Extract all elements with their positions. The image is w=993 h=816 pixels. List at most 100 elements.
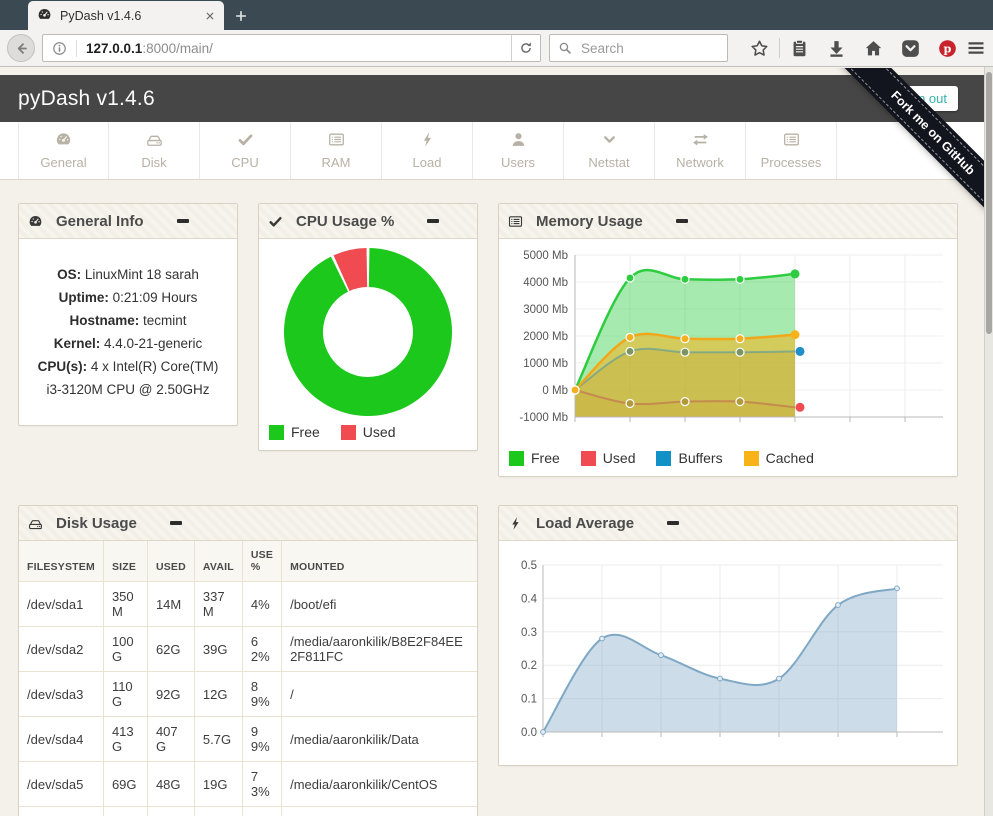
list-icon [508, 214, 523, 229]
legend-swatch [581, 451, 596, 466]
nav-tab-label: CPU [231, 155, 258, 170]
back-button[interactable] [7, 34, 35, 62]
nav-tab-load[interactable]: Load [382, 122, 473, 179]
nav-tab-general[interactable]: General [18, 122, 109, 179]
nav-tab-cpu[interactable]: CPU [200, 122, 291, 179]
pinterest-icon[interactable]: p [929, 39, 966, 58]
table-cell: 413G [103, 717, 147, 762]
reload-button[interactable] [511, 35, 540, 61]
table-cell: 100G [103, 627, 147, 672]
url-bar[interactable]: 127.0.0.1 :8000/main/ [42, 34, 541, 62]
panel-title: Memory Usage [536, 213, 643, 230]
hdd-icon [28, 516, 43, 531]
hamburger-menu-icon[interactable] [966, 38, 986, 58]
donut-slice-free [284, 248, 452, 416]
url-divider [76, 40, 77, 57]
collapse-button[interactable] [168, 516, 184, 530]
panel-header: General Info [19, 204, 237, 239]
check-icon [268, 214, 283, 229]
svg-text:0 Mb: 0 Mb [542, 385, 568, 397]
scrollbar-thumb[interactable] [986, 72, 992, 334]
table-header-cell: USE % [242, 541, 281, 582]
panel-header: Memory Usage [499, 204, 957, 239]
legend-swatch [269, 425, 284, 440]
pocket-icon[interactable] [892, 39, 929, 58]
legend-swatch [341, 425, 356, 440]
nav-tab-network[interactable]: Network [655, 122, 746, 179]
cpu-donut-chart [267, 245, 469, 419]
downloads-icon[interactable] [818, 39, 855, 58]
reading-list-icon[interactable] [781, 39, 818, 58]
table-cell: 73% [242, 762, 281, 807]
legend-item-used[interactable]: Used [341, 424, 396, 440]
minus-icon [427, 219, 439, 223]
site-info-icon[interactable] [52, 41, 67, 56]
nav-tab-label: Network [676, 155, 724, 170]
home-icon[interactable] [855, 39, 892, 58]
table-cell: 99% [242, 717, 281, 762]
nav-tab-disk[interactable]: Disk [109, 122, 200, 179]
table-cell: 5.7G [194, 717, 242, 762]
legend-item-buffers[interactable]: Buffers [656, 450, 722, 466]
url-host: 127.0.0.1 [86, 41, 142, 56]
table-cell: 92G [147, 672, 194, 717]
svg-text:0.2: 0.2 [521, 660, 537, 672]
tab-bar: PyDash v1.4.6 [0, 0, 993, 30]
legend-item-free[interactable]: Free [269, 424, 320, 440]
svg-text:0.3: 0.3 [521, 627, 537, 639]
scrollbar[interactable] [984, 67, 993, 816]
panel-title: CPU Usage % [296, 213, 394, 230]
table-header-cell: SIZE [103, 541, 147, 582]
gauge-icon [55, 131, 72, 148]
collapse-button[interactable] [674, 214, 690, 228]
nav-tab-users[interactable]: Users [473, 122, 564, 179]
table-cell: 337M [194, 582, 242, 627]
minus-icon [676, 219, 688, 223]
legend-item-cached[interactable]: Cached [744, 450, 814, 466]
table-cell: 48G [147, 762, 194, 807]
table-cell: /media/aaronkilik/B8E2F84EE2F811FC [282, 627, 477, 672]
collapse-button[interactable] [175, 214, 191, 228]
nav-tab-ram[interactable]: RAM [291, 122, 382, 179]
search-bar[interactable] [549, 34, 728, 62]
legend-item-free[interactable]: Free [509, 450, 560, 466]
browser-tab[interactable]: PyDash v1.4.6 [28, 1, 224, 30]
user-icon [510, 131, 527, 148]
table-row: cgmfs100K0100K0%/run/cgmanager/fs [19, 807, 477, 816]
table-cell: 350M [103, 582, 147, 627]
collapse-button[interactable] [665, 516, 681, 530]
table-cell: /run/cgmanager/fs [282, 807, 477, 816]
svg-text:2000 Mb: 2000 Mb [523, 331, 568, 343]
bookmark-star-icon[interactable] [741, 39, 778, 58]
table-header-cell: MOUNTED [282, 541, 477, 582]
table-cell: /dev/sda4 [19, 717, 103, 762]
nav-tab-processes[interactable]: Processes [746, 122, 837, 179]
panel-header: Load Average [499, 506, 957, 541]
hdd-icon [146, 131, 163, 148]
dashboard-nav: GeneralDisk CPU RAM Load Users Netstat Network… [0, 122, 993, 180]
svg-text:-1000 Mb: -1000 Mb [519, 412, 568, 424]
panel-title: Load Average [536, 515, 634, 532]
collapse-button[interactable] [425, 214, 441, 228]
table-cell: 4% [242, 582, 281, 627]
cpu-chart-body: Free Used [259, 239, 477, 450]
app-header: pyDash v1.4.6 Sign out [0, 75, 993, 122]
svg-text:p: p [944, 41, 952, 55]
nav-tab-label: RAM [322, 155, 351, 170]
nav-tab-label: Users [501, 155, 535, 170]
info-label: Hostname: [69, 313, 139, 328]
legend-item-used[interactable]: Used [581, 450, 636, 466]
legend-label: Free [291, 424, 320, 440]
tab-close-icon[interactable] [205, 11, 215, 21]
search-input[interactable] [579, 40, 719, 57]
table-row: /dev/sda1350M14M337M4%/boot/efi [19, 582, 477, 627]
table-cell: / [282, 672, 477, 717]
nav-tab-netstat[interactable]: Netstat [564, 122, 655, 179]
new-tab-button[interactable] [224, 1, 258, 30]
info-label: OS: [57, 267, 81, 282]
url-path: :8000/main/ [142, 41, 213, 56]
info-line: Uptime: 0:21:09 Hours [23, 286, 233, 309]
svg-text:3000 Mb: 3000 Mb [523, 304, 568, 316]
legend-label: Used [603, 450, 636, 466]
toolbar-separator [779, 38, 780, 58]
